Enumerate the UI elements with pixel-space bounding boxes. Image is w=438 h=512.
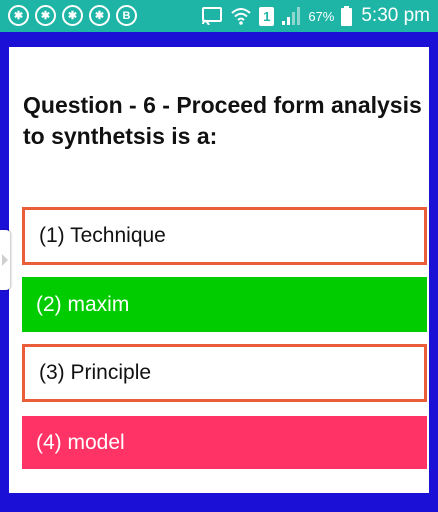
clock: 5:30 pm (361, 5, 430, 26)
option-label: (2) maxim (36, 292, 130, 316)
spoke-wheel-icon: ✱ (89, 5, 110, 26)
chevron-right-icon (2, 254, 8, 266)
b-circle-icon: B (116, 5, 137, 26)
status-bar: ✱ ✱ ✱ ✱ B 1 67% 5:30 pm (0, 0, 438, 32)
cast-icon (201, 7, 223, 25)
battery-percent: 67% (308, 8, 335, 24)
notification-icons: ✱ ✱ ✱ ✱ B (8, 5, 137, 27)
wifi-icon (230, 6, 252, 26)
option-label: (1) Technique (39, 224, 166, 247)
option-2[interactable]: (2) maxim (22, 277, 427, 332)
quiz-card: Question - 6 - Proceed form analysis to … (9, 47, 429, 493)
option-label: (4) model (36, 430, 125, 454)
battery-icon (341, 6, 353, 26)
spoke-wheel-icon: ✱ (8, 5, 29, 26)
question-text: Question - 6 - Proceed form analysis to … (23, 92, 422, 149)
option-1[interactable]: (1) Technique (22, 207, 427, 265)
system-icons: 1 67% 5:30 pm (201, 4, 430, 28)
spoke-wheel-icon: ✱ (62, 5, 83, 26)
signal-icon (281, 6, 301, 26)
sim-slot-icon: 1 (259, 6, 275, 26)
option-4[interactable]: (4) model (22, 416, 427, 469)
drawer-handle[interactable] (0, 230, 10, 290)
option-3[interactable]: (3) Principle (22, 344, 427, 402)
spoke-wheel-icon: ✱ (35, 5, 56, 26)
option-label: (3) Principle (39, 361, 152, 384)
